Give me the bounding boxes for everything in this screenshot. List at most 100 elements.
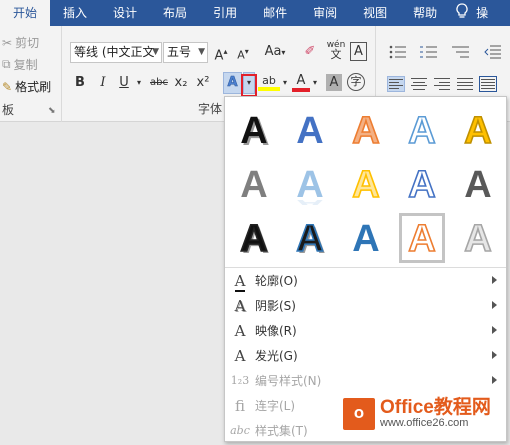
text-effect-gold[interactable]: A	[455, 105, 501, 155]
tab-tell-me[interactable]: 操	[474, 0, 490, 26]
cut-button[interactable]: ✂ 剪切	[2, 34, 39, 51]
text-effects-gallery: AAAAAAAAAAAAAAAAAAA	[225, 97, 506, 267]
text-effect-black-blue-shadow[interactable]: AA	[287, 213, 333, 263]
text-effect-shadow-black[interactable]: AA	[231, 105, 277, 155]
menu-item-glow-label: 发光(G)	[255, 349, 298, 363]
clipboard-launcher-icon[interactable]: ⬊	[48, 106, 56, 116]
strikethrough-button[interactable]: abc	[148, 73, 170, 93]
multilevel-list-button[interactable]	[452, 44, 470, 60]
underline-button[interactable]: U	[116, 73, 132, 93]
menu-item-stylistic-set-label: 样式集(T)	[255, 424, 308, 438]
format-painter-label: 格式刷	[15, 80, 52, 94]
align-left-button[interactable]	[387, 76, 405, 92]
decrease-indent-button[interactable]	[484, 44, 502, 60]
submenu-arrow-icon	[492, 326, 497, 334]
chevron-down-icon[interactable]: ▾	[281, 73, 289, 93]
tab-mailings[interactable]: 邮件	[250, 0, 300, 26]
outline-icon: A	[234, 271, 246, 292]
tab-home[interactable]: 开始	[0, 0, 51, 26]
text-effect-silver[interactable]: A	[455, 213, 501, 263]
text-effects-menu: AAAAAAAAAAAAAAAAAAA A 轮廓(O) A 阴影(S) A 映像…	[224, 96, 507, 442]
svg-text:A: A	[352, 218, 379, 259]
text-effects-button[interactable]: A	[223, 72, 242, 94]
subscript-button[interactable]: x₂	[172, 73, 190, 93]
text-effect-lightblue-reflection[interactable]: AA	[287, 159, 333, 209]
menu-item-shadow[interactable]: A 阴影(S)	[225, 293, 506, 318]
svg-text:A: A	[296, 164, 323, 205]
justify-button[interactable]	[456, 76, 474, 92]
decrease-indent-icon	[484, 45, 501, 59]
numbering-button[interactable]	[420, 44, 438, 60]
ligature-icon: ﬁ	[234, 396, 245, 415]
svg-text:A: A	[464, 218, 491, 259]
multilevel-list-icon	[452, 46, 469, 58]
phonetic-guide-button[interactable]: wén 文	[326, 40, 346, 61]
text-effect-lightblue-outline[interactable]: A	[399, 105, 445, 155]
chevron-down-icon: ▼	[198, 47, 205, 57]
bold-button[interactable]: B	[72, 73, 88, 93]
chevron-down-icon[interactable]: ▾	[134, 73, 144, 93]
text-effect-gray[interactable]: A	[231, 159, 277, 209]
tab-view[interactable]: 视图	[350, 0, 400, 26]
text-effect-blue[interactable]: A	[287, 105, 333, 155]
menu-item-outline-label: 轮廓(O)	[255, 274, 298, 288]
number-style-icon: 1₂3	[230, 374, 250, 387]
shrink-font-label: A	[237, 48, 245, 62]
numbering-icon	[420, 46, 437, 58]
text-effect-white-blue-outline[interactable]: A	[399, 159, 445, 209]
text-effect-orange-outline-selected[interactable]: A	[399, 213, 445, 263]
font-size-combo[interactable]: 五号 ▼	[163, 42, 208, 63]
character-border-button[interactable]: A	[350, 42, 367, 61]
svg-text:A: A	[408, 110, 435, 151]
tab-layout[interactable]: 布局	[150, 0, 200, 26]
align-right-button[interactable]	[433, 76, 451, 92]
highlight-color-button[interactable]: ab	[258, 71, 280, 91]
align-center-button[interactable]	[410, 76, 428, 92]
svg-text:A: A	[408, 218, 435, 259]
shrink-font-button[interactable]: A▾	[235, 42, 251, 66]
font-size-value: 五号	[167, 45, 192, 59]
change-case-button[interactable]: Aa▾	[260, 42, 290, 63]
character-shading-button[interactable]: A	[326, 74, 342, 91]
menu-item-outline[interactable]: A 轮廓(O)	[225, 268, 506, 293]
text-effect-black-outline-shadow[interactable]: AA	[231, 213, 277, 263]
font-color-swatch	[292, 88, 310, 92]
copy-button[interactable]: ⧉ 复制	[2, 56, 38, 73]
text-effect-dark-gray[interactable]: A	[455, 159, 501, 209]
tab-help[interactable]: 帮助	[400, 0, 450, 26]
distributed-button[interactable]	[479, 76, 497, 92]
text-effect-orange-outline[interactable]: A	[343, 105, 389, 155]
tab-references[interactable]: 引用	[200, 0, 250, 26]
paintbrush-icon: ✎	[2, 79, 13, 94]
font-group-label: 字体	[198, 102, 223, 116]
svg-text:A: A	[408, 164, 435, 205]
superscript-button[interactable]: x²	[194, 73, 212, 93]
tab-design[interactable]: 设计	[100, 0, 150, 26]
menu-item-ligature-label: 连字(L)	[255, 399, 296, 413]
grow-font-button[interactable]: A▴	[213, 42, 229, 66]
enclose-characters-button[interactable]: 字	[347, 73, 365, 91]
italic-button[interactable]: I	[95, 73, 111, 93]
font-color-button[interactable]: A	[292, 71, 310, 92]
enclose-characters-label: 字	[350, 75, 362, 88]
text-effect-yellow-outline[interactable]: A	[343, 159, 389, 209]
format-painter-button[interactable]: ✎ 格式刷	[2, 78, 51, 95]
svg-text:A: A	[296, 218, 323, 259]
office-logo-icon: O	[343, 398, 375, 430]
character-shading-label: A	[329, 75, 339, 90]
menu-item-glow[interactable]: A 发光(G)	[225, 343, 506, 368]
menu-item-number-style[interactable]: 1₂3 编号样式(N)	[225, 368, 506, 393]
svg-text:A: A	[240, 218, 267, 259]
font-family-combo[interactable]: 等线 (中文正文 ▼	[70, 42, 162, 63]
tab-insert[interactable]: 插入	[50, 0, 100, 26]
svg-text:A: A	[240, 110, 267, 151]
tab-review[interactable]: 审阅	[300, 0, 350, 26]
bullets-button[interactable]	[389, 44, 407, 60]
menu-item-reflection[interactable]: A 映像(R)	[225, 318, 506, 343]
text-effect-blue-gradient[interactable]: A	[343, 213, 389, 263]
lightbulb-icon[interactable]	[450, 3, 474, 23]
clear-formatting-button[interactable]: ✐	[300, 42, 320, 62]
text-effects-icon: A	[227, 75, 238, 91]
watermark-url: www.office26.com	[380, 417, 469, 430]
chevron-down-icon[interactable]: ▾	[311, 73, 319, 93]
